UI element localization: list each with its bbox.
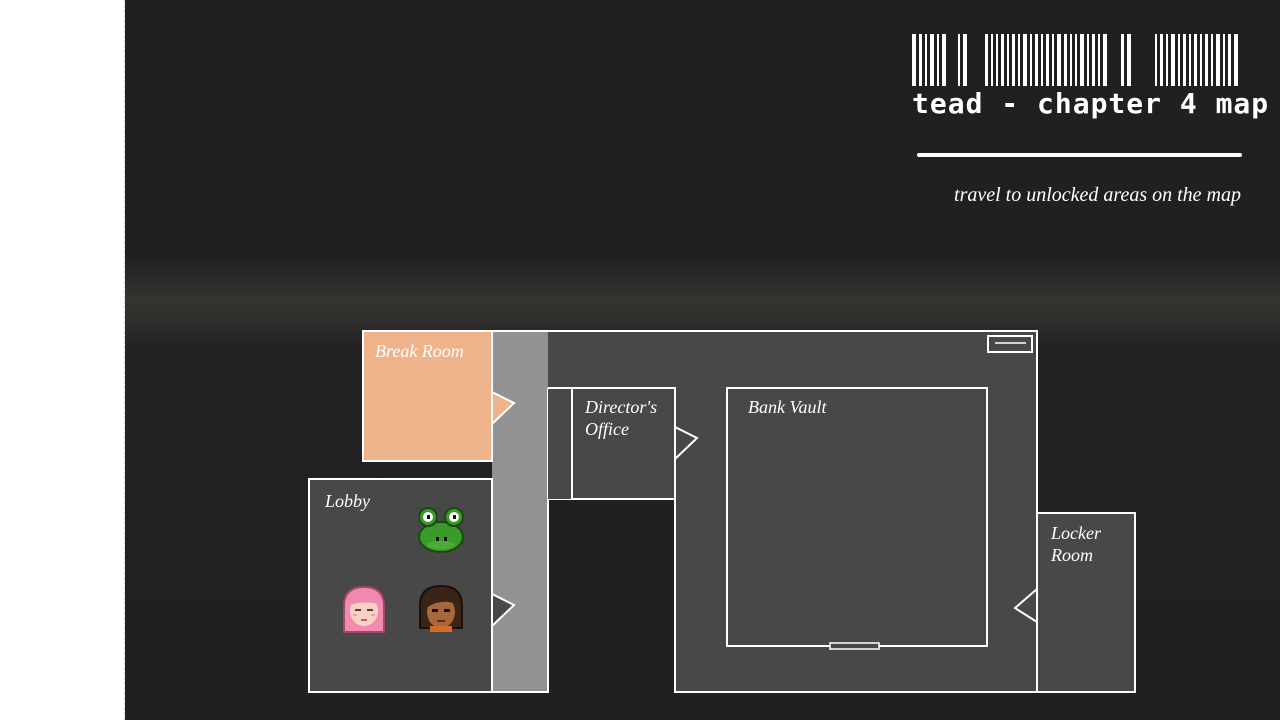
locker-room-label-line1: Locker — [1051, 523, 1101, 543]
locker-room-label-line2: Room — [1051, 545, 1093, 565]
lobby-label: Lobby — [325, 491, 370, 511]
map-screen: tead - chapter 4 map travel to unlocked … — [125, 0, 1280, 720]
frog-avatar-icon[interactable] — [416, 505, 466, 555]
directors-office-label-line1: Director's — [585, 397, 658, 417]
page-margin — [0, 0, 125, 720]
brown-hair-avatar-icon[interactable] — [416, 584, 466, 634]
bank-vault-travel-button[interactable] — [727, 388, 987, 646]
outer-void — [548, 499, 675, 694]
directors-office-label-line2: Office — [585, 419, 629, 439]
pink-hair-avatar-icon[interactable] — [339, 584, 389, 634]
bank-vault-label: Bank Vault — [748, 397, 827, 417]
break-room-label: Break Room — [375, 341, 464, 361]
corridor — [492, 331, 548, 692]
